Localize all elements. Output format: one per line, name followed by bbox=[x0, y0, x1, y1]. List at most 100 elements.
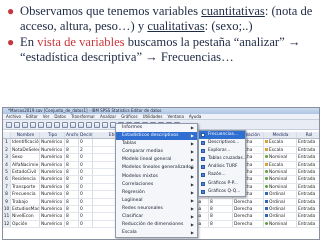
menu-2[interactable]: Ver bbox=[43, 114, 50, 119]
menu-9[interactable]: Ayuda bbox=[189, 114, 201, 119]
table-cell[interactable]: Entrada bbox=[297, 169, 319, 175]
table-cell[interactable]: Entrada bbox=[297, 213, 319, 219]
column-header[interactable]: Nombre bbox=[11, 132, 40, 139]
table-cell[interactable]: Escala bbox=[264, 161, 297, 168]
menu-item[interactable]: Correlaciones ▶ bbox=[116, 181, 197, 189]
table-cell[interactable]: 0 bbox=[79, 183, 93, 191]
table-cell[interactable]: Numérico bbox=[40, 176, 65, 183]
table-cell[interactable]: Numérico bbox=[40, 154, 65, 161]
table-cell[interactable]: 8 bbox=[65, 146, 79, 154]
column-header[interactable]: Anchura bbox=[65, 132, 79, 139]
toolbar-button-icon[interactable] bbox=[54, 121, 60, 128]
table-cell[interactable]: Nominal bbox=[264, 220, 297, 228]
menu-item[interactable]: Comparar medias ▶ bbox=[116, 148, 197, 156]
column-header[interactable]: Decimales bbox=[79, 132, 93, 139]
table-cell[interactable]: 8 bbox=[209, 213, 233, 220]
menu-item[interactable]: Regresión ▶ bbox=[116, 189, 197, 197]
menu-item[interactable]: Modelos lineales generalizados ▶ bbox=[116, 164, 197, 172]
menu-4[interactable]: Transformar bbox=[71, 114, 95, 119]
table-cell[interactable]: Numérico bbox=[40, 168, 65, 176]
table-cell[interactable]: 0 bbox=[79, 198, 93, 205]
menu-item[interactable]: Reducción de dimensiones ▶ bbox=[116, 221, 197, 229]
table-cell[interactable]: 0 bbox=[79, 205, 93, 213]
table-cell[interactable]: Numérico bbox=[40, 205, 65, 213]
submenu-item[interactable]: Análisis TURF bbox=[199, 163, 245, 171]
table-cell[interactable]: 8 bbox=[65, 191, 79, 198]
submenu-item[interactable]: Gráficos P-P... bbox=[199, 180, 245, 188]
table-cell[interactable]: Entrada bbox=[297, 162, 319, 168]
table-cell[interactable]: 8 bbox=[65, 183, 79, 191]
table-cell[interactable]: Ordinal bbox=[264, 205, 297, 213]
table-cell[interactable]: 0 bbox=[79, 213, 93, 220]
table-cell[interactable]: Numérico bbox=[40, 146, 65, 154]
toolbar-button-icon[interactable] bbox=[86, 121, 92, 128]
table-cell[interactable]: NotaDeSelec bbox=[11, 146, 40, 154]
menu-item[interactable]: Modelos mixtos ▶ bbox=[116, 173, 197, 181]
toolbar-button-icon[interactable] bbox=[22, 121, 28, 128]
table-cell[interactable]: Nominal bbox=[264, 154, 297, 161]
table-cell[interactable]: Numérico bbox=[40, 139, 65, 146]
table-cell[interactable]: 8 bbox=[65, 176, 79, 183]
column-header[interactable]: Rol bbox=[297, 132, 319, 138]
menu-item[interactable]: Loglineal ▶ bbox=[116, 197, 197, 205]
table-cell[interactable]: Residencia bbox=[11, 176, 40, 183]
submenu-item[interactable]: Gráficos Q-Q... bbox=[199, 188, 245, 196]
menu-7[interactable]: Utilidades bbox=[143, 114, 163, 119]
table-cell[interactable]: Nominal bbox=[264, 168, 297, 176]
toolbar-button-icon[interactable] bbox=[14, 121, 20, 128]
toolbar-button-icon[interactable] bbox=[70, 121, 76, 128]
menu-item[interactable]: Escala ▶ bbox=[116, 229, 197, 237]
menu-1[interactable]: Editar bbox=[26, 114, 38, 119]
table-cell[interactable]: Trabajo bbox=[11, 198, 40, 205]
table-cell[interactable]: Escala bbox=[264, 139, 297, 146]
column-header[interactable] bbox=[3, 132, 11, 139]
toolbar-button-icon[interactable] bbox=[78, 121, 84, 128]
table-cell[interactable]: Escala bbox=[264, 146, 297, 154]
table-cell[interactable]: 8 bbox=[209, 220, 233, 228]
table-cell[interactable]: Nominal bbox=[264, 183, 297, 191]
table-cell[interactable]: Transporte bbox=[11, 183, 40, 191]
table-cell[interactable]: Entrada bbox=[297, 147, 319, 153]
table-cell[interactable]: 0 bbox=[79, 154, 93, 161]
table-cell[interactable]: Numérico bbox=[40, 213, 65, 220]
table-cell[interactable]: Numérico bbox=[40, 183, 65, 191]
table-cell[interactable]: Entrada bbox=[297, 191, 319, 197]
table-cell[interactable]: Sexo bbox=[11, 154, 40, 161]
column-header[interactable]: Medida bbox=[264, 132, 297, 139]
menu-item[interactable]: Tablas ▶ bbox=[116, 140, 197, 148]
table-cell[interactable]: Derecha bbox=[233, 205, 264, 213]
table-cell[interactable]: 0 bbox=[79, 168, 93, 176]
table-cell[interactable]: Derecha bbox=[233, 198, 264, 205]
table-cell[interactable]: NivelEcon bbox=[11, 213, 40, 220]
table-cell[interactable]: 8 bbox=[65, 198, 79, 205]
menu-5[interactable]: Analizar bbox=[100, 114, 116, 119]
toolbar-button-icon[interactable] bbox=[62, 121, 68, 128]
toolbar-button-icon[interactable] bbox=[38, 121, 44, 128]
table-cell[interactable]: EstudiosMad bbox=[11, 205, 40, 213]
table-cell[interactable]: Frecuencia bbox=[11, 191, 40, 198]
table-cell[interactable]: 0 bbox=[79, 161, 93, 168]
table-cell[interactable]: Entrada bbox=[297, 221, 319, 227]
table-cell[interactable]: 8 bbox=[65, 168, 79, 176]
table-cell[interactable]: Numérico bbox=[40, 198, 65, 205]
table-cell[interactable]: Entrada bbox=[297, 206, 319, 212]
table-cell[interactable]: 0 bbox=[79, 220, 93, 228]
table-cell[interactable]: 2 bbox=[79, 146, 93, 154]
table-cell[interactable]: Ordinal bbox=[264, 213, 297, 220]
table-cell[interactable]: 8 bbox=[65, 139, 79, 146]
submenu-item[interactable]: Frecuencias... bbox=[199, 131, 245, 140]
table-cell[interactable]: Entrada bbox=[297, 154, 319, 160]
toolbar-button-icon[interactable] bbox=[6, 121, 12, 128]
table-cell[interactable]: 8 bbox=[65, 213, 79, 220]
table-cell[interactable]: Entrada bbox=[297, 139, 319, 145]
menu-item[interactable]: Clasificar ▶ bbox=[116, 213, 197, 221]
table-cell[interactable]: Entrada bbox=[297, 176, 319, 182]
toolbar-button-icon[interactable] bbox=[102, 121, 108, 128]
table-cell[interactable]: 8 bbox=[209, 198, 233, 205]
table-cell[interactable]: Numérico bbox=[40, 161, 65, 168]
submenu-item[interactable]: Descriptivos... bbox=[199, 139, 245, 147]
table-cell[interactable]: 8 bbox=[209, 205, 233, 213]
menu-0[interactable]: Archivo bbox=[6, 114, 21, 119]
table-cell[interactable]: EstadoCivil bbox=[11, 168, 40, 176]
toolbar-button-icon[interactable] bbox=[94, 121, 100, 128]
